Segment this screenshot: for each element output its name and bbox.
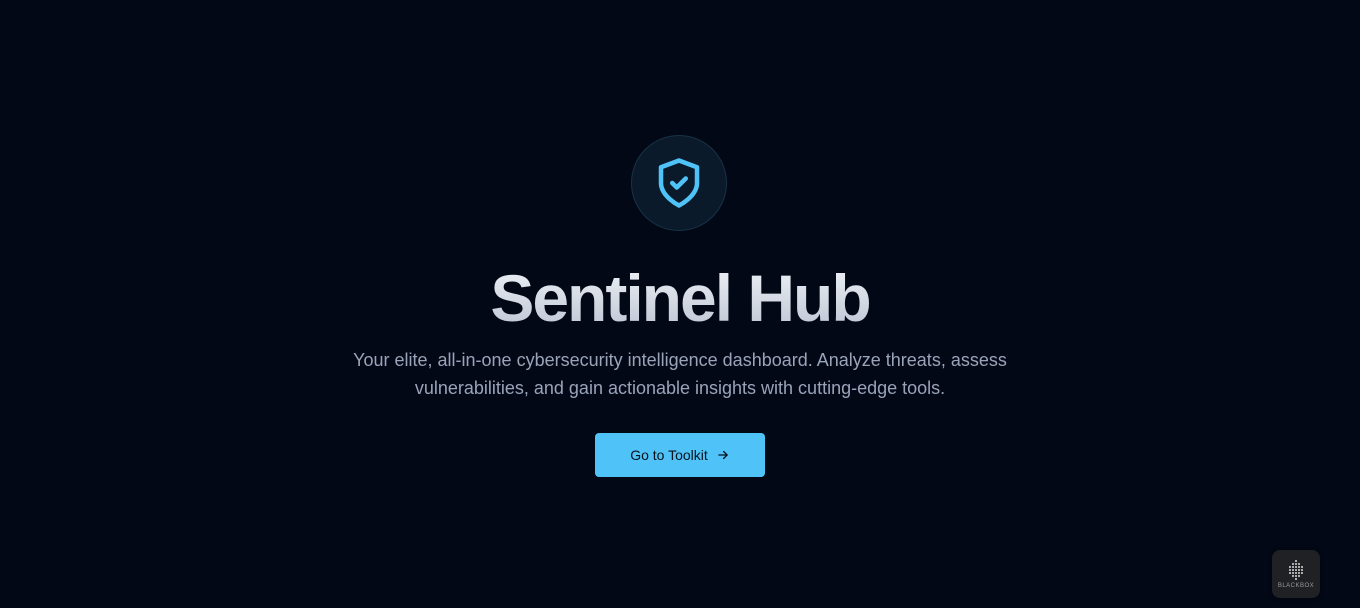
blackbox-logo-icon bbox=[1285, 559, 1307, 581]
arrow-right-icon bbox=[716, 448, 730, 462]
page-subtitle: Your elite, all-in-one cybersecurity int… bbox=[353, 350, 1007, 398]
page-title: Sentinel Hub bbox=[0, 258, 1360, 338]
blackbox-badge[interactable]: BLACKBOX bbox=[1272, 550, 1320, 598]
go-to-toolkit-button[interactable]: Go to Toolkit bbox=[595, 433, 765, 477]
blackbox-label: BLACKBOX bbox=[1277, 582, 1315, 589]
go-to-toolkit-label: Go to Toolkit bbox=[630, 447, 708, 463]
shield-check-icon bbox=[631, 135, 727, 231]
landing-page: Sentinel Hub Your elite, all-in-one cybe… bbox=[0, 0, 1360, 608]
